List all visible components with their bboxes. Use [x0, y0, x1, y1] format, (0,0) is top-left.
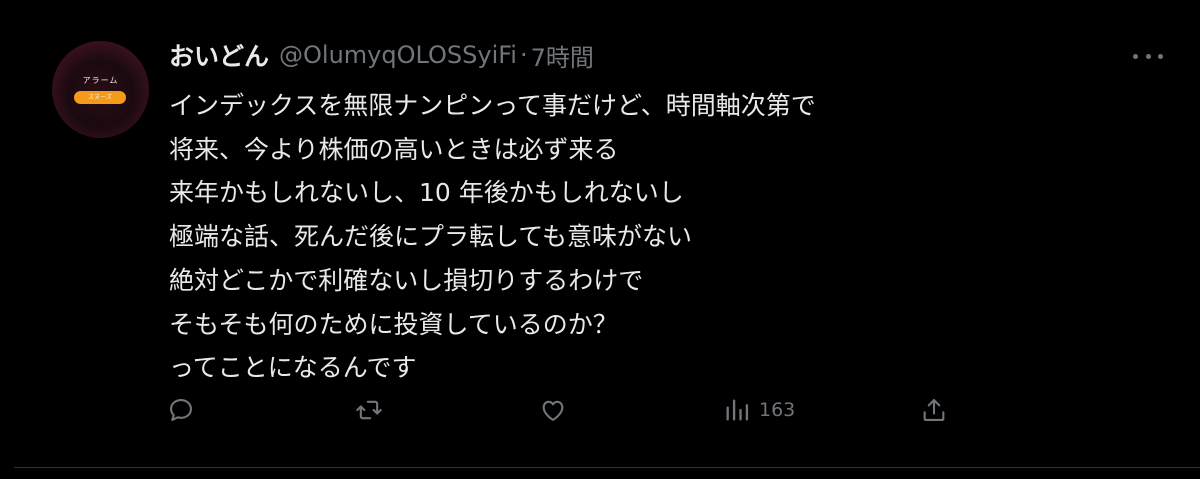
- tweet-divider: [14, 467, 1200, 468]
- reply-icon: [167, 396, 195, 424]
- views-icon: [723, 396, 751, 424]
- author-name[interactable]: おいどん: [169, 37, 269, 73]
- tweet-text: インデックスを無限ナンピンって事だけど、時間軸次第で 将来、今より株価の高いとき…: [169, 84, 1169, 390]
- tweet-actions: 163: [0, 390, 1200, 430]
- avatar-alarm-label: アラーム: [82, 76, 119, 85]
- more-dot: [1133, 53, 1138, 59]
- tweet-text-line: 来年かもしれないし、10 年後かもしれないし: [169, 178, 684, 208]
- more-dot: [1158, 53, 1163, 59]
- more-options-icon[interactable]: [1133, 46, 1163, 66]
- reply-button[interactable]: [167, 390, 195, 430]
- separator-dot: ·: [519, 41, 528, 69]
- retweet-button[interactable]: [355, 390, 383, 430]
- views-count: 163: [759, 399, 796, 421]
- tweet-text-line: 極端な話、死んだ後にプラ転しても意味がない: [169, 222, 693, 252]
- author-handle[interactable]: @OlumyqOLOSSyiFi: [279, 41, 517, 69]
- views-button[interactable]: 163: [723, 390, 795, 430]
- share-icon: [920, 396, 948, 424]
- more-dot: [1145, 53, 1151, 59]
- timestamp[interactable]: 7時間: [531, 38, 594, 73]
- tweet-text-line: そもそも何のために投資しているのか？: [169, 309, 618, 339]
- heart-icon: [539, 396, 567, 424]
- share-button[interactable]: [920, 390, 948, 430]
- retweet-icon: [355, 396, 383, 424]
- avatar[interactable]: アラーム スヌーズ: [52, 41, 149, 138]
- tweet-header: おいどん @OlumyqOLOSSyiFi · 7時間: [169, 38, 594, 72]
- tweet-text-line: 絶対どこかで利確ないし損切りするわけで: [169, 265, 644, 295]
- tweet[interactable]: アラーム スヌーズ おいどん @OlumyqOLOSSyiFi · 7時間 イン…: [0, 0, 1200, 468]
- avatar-snooze-badge: スヌーズ: [74, 91, 126, 104]
- tweet-text-line: インデックスを無限ナンピンって事だけど、時間軸次第で: [169, 91, 816, 120]
- tweet-text-line: ってことになるんです: [169, 353, 417, 383]
- like-button[interactable]: [539, 390, 567, 430]
- tweet-text-line: 将来、今より株価の高いときは必ず来る: [169, 134, 619, 164]
